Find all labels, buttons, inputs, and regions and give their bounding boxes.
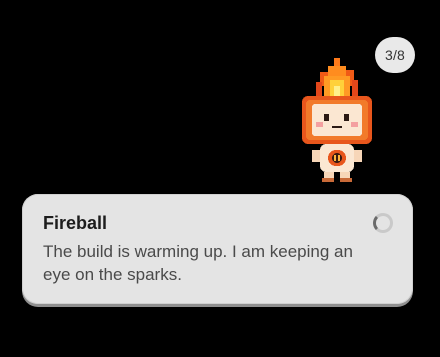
flame-icon [316, 58, 358, 98]
screen: 3/8 Fireball The build is warming up. I … [0, 0, 440, 357]
mascot-body [312, 144, 362, 182]
loading-spinner-icon [373, 213, 393, 233]
mascot-head [302, 96, 372, 144]
notification-card[interactable]: Fireball The build is warming up. I am k… [22, 194, 413, 304]
fire-mascot-icon [302, 58, 372, 182]
notification-message: The build is warming up. I am keeping an… [43, 242, 353, 284]
step-counter-badge: 3/8 [375, 37, 415, 73]
notification-title: Fireball [43, 213, 108, 233]
